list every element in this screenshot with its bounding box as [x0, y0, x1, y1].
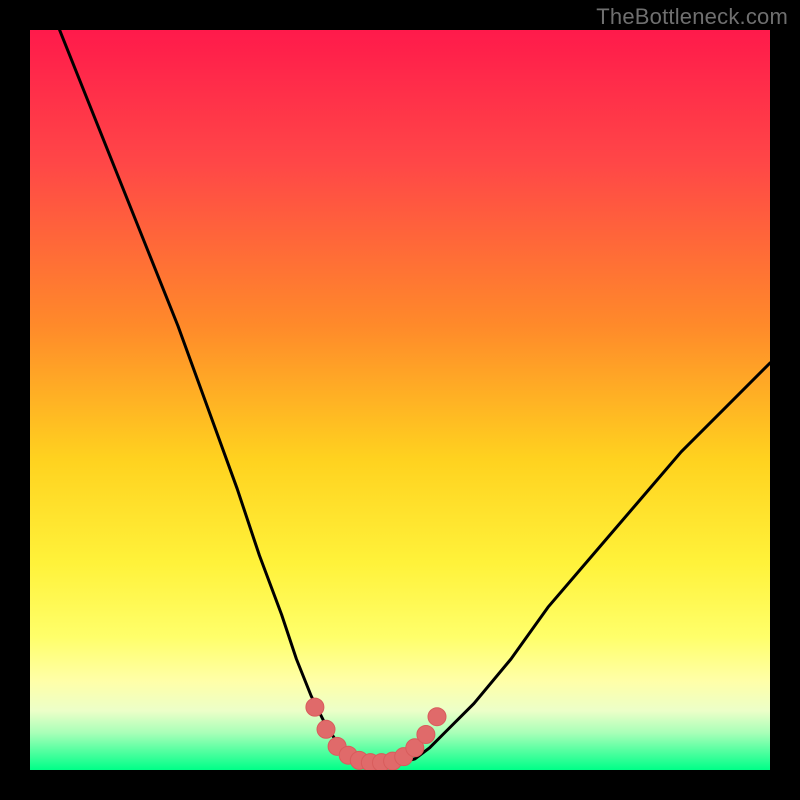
chart-frame: TheBottleneck.com	[0, 0, 800, 800]
minimum-marker	[428, 708, 446, 726]
plot-svg	[30, 30, 770, 770]
plot-area	[30, 30, 770, 770]
gradient-background	[30, 30, 770, 770]
minimum-marker	[317, 720, 335, 738]
minimum-marker	[417, 725, 435, 743]
watermark-text: TheBottleneck.com	[596, 4, 788, 30]
minimum-marker	[306, 698, 324, 716]
